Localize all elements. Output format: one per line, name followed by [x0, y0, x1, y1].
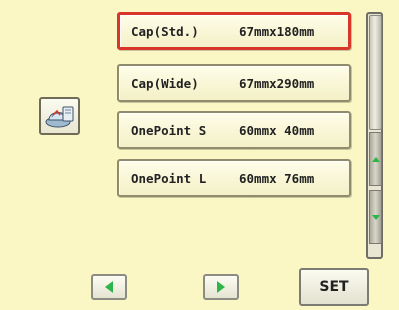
next-button[interactable]	[203, 274, 239, 300]
hoop-option-size: 67mmx180mm	[239, 23, 315, 39]
hoop-selection-screen: Cap(Std.) 67mmx180mm Cap(Wide) 67mmx290m…	[0, 0, 399, 310]
cap-frame-icon	[45, 106, 73, 128]
hoop-option-size: 60mmx 40mm	[239, 122, 315, 138]
hoop-list-scrollbar[interactable]	[366, 12, 383, 259]
arrow-up-icon	[371, 156, 380, 162]
hoop-option-cap-wide[interactable]: Cap(Wide) 67mmx290mm	[117, 64, 351, 102]
hoop-option-onepoint-s[interactable]: OnePoint S 60mmx 40mm	[117, 111, 351, 149]
hoop-option-name: Cap(Wide)	[131, 75, 199, 91]
hoop-type-button[interactable]	[39, 97, 80, 135]
hoop-option-onepoint-l[interactable]: OnePoint L 60mmx 76mm	[117, 159, 351, 197]
previous-button[interactable]	[91, 274, 127, 300]
scroll-thumb[interactable]	[369, 15, 382, 130]
set-button[interactable]: SET	[299, 268, 369, 306]
hoop-option-name: OnePoint S	[131, 122, 207, 138]
hoop-option-name: Cap(Std.)	[131, 23, 199, 39]
arrow-left-icon	[105, 281, 113, 293]
scroll-down-button[interactable]	[369, 190, 382, 244]
hoop-option-name: OnePoint L	[131, 170, 207, 186]
arrow-right-icon	[217, 281, 225, 293]
hoop-option-cap-std[interactable]: Cap(Std.) 67mmx180mm	[117, 12, 351, 50]
scroll-up-button[interactable]	[369, 132, 382, 186]
arrow-down-icon	[371, 214, 380, 220]
hoop-option-size: 60mmx 76mm	[239, 170, 315, 186]
hoop-option-size: 67mmx290mm	[239, 75, 315, 91]
